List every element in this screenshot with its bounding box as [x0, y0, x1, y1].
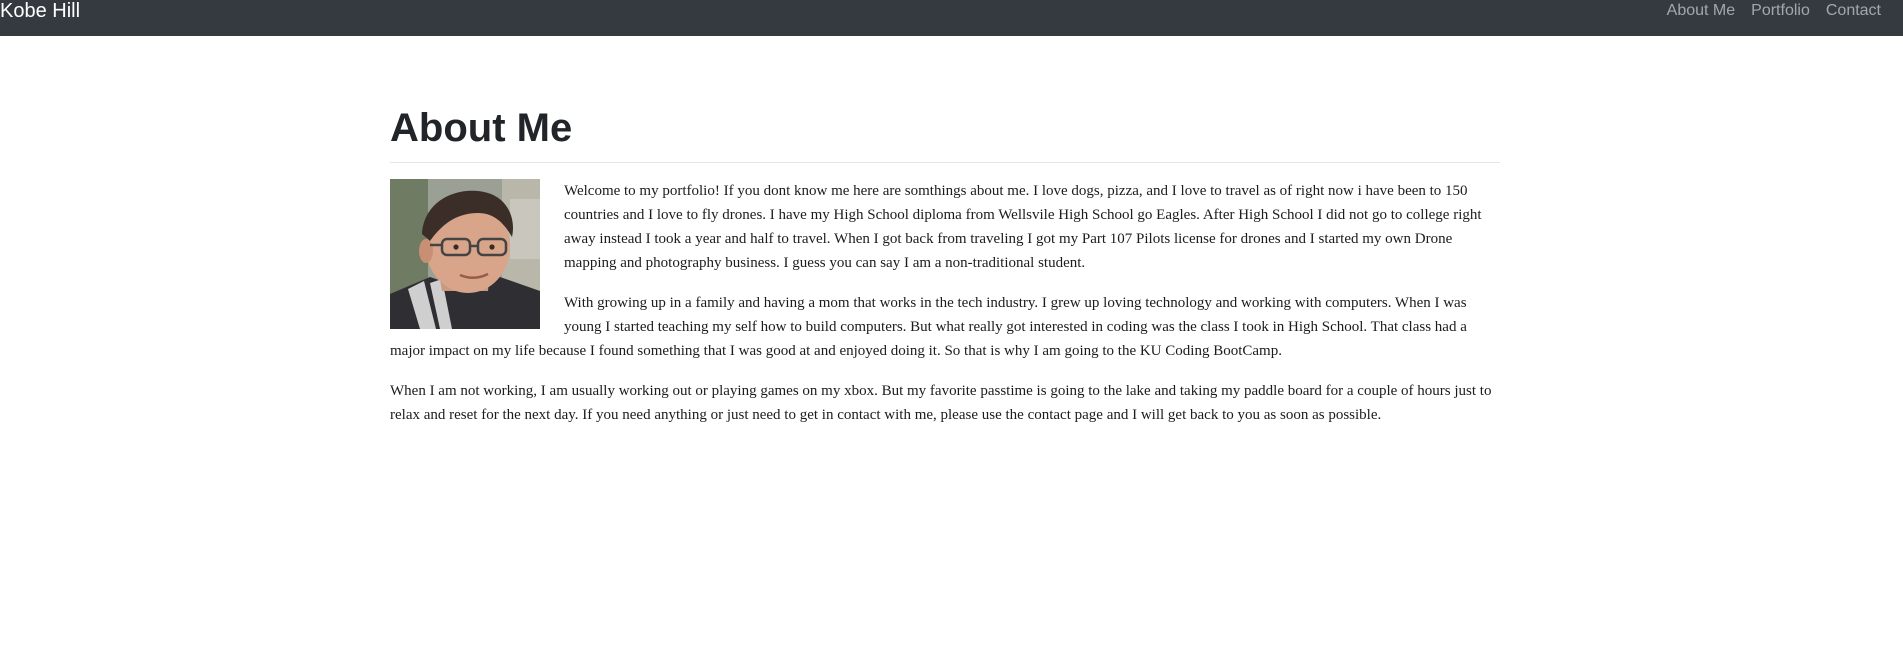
nav-link-portfolio[interactable]: Portfolio: [1751, 3, 1810, 19]
about-paragraph-1: Welcome to my portfolio! If you dont kno…: [564, 183, 1482, 271]
page-title: About Me: [390, 104, 1500, 163]
about-paragraph-2: With growing up in a family and having a…: [390, 295, 1467, 359]
brand-link[interactable]: Kobe Hill: [0, 1, 80, 21]
avatar: [390, 179, 540, 329]
about-section: Welcome to my portfolio! If you dont kno…: [390, 179, 1500, 443]
top-navbar: Kobe Hill About Me Portfolio Contact: [0, 0, 1903, 36]
nav-link-about-me[interactable]: About Me: [1667, 3, 1735, 19]
about-paragraph-3: When I am not working, I am usually work…: [390, 383, 1492, 423]
nav-link-contact[interactable]: Contact: [1826, 3, 1881, 19]
portrait-image: [390, 179, 540, 329]
nav-links: About Me Portfolio Contact: [1651, 3, 1903, 19]
main-content: About Me Welcome to my portfolio! If you…: [390, 36, 1500, 443]
